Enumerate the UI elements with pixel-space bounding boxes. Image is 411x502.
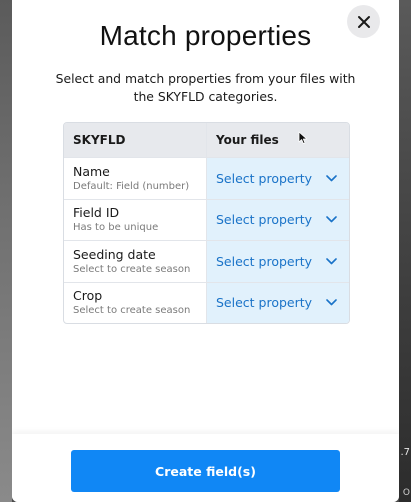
chevron-down-icon bbox=[326, 299, 337, 306]
category-cell: Field ID Has to be unique bbox=[64, 199, 207, 240]
category-name: Seeding date bbox=[73, 246, 156, 262]
category-name: Name bbox=[73, 163, 110, 179]
table-row-name: Name Default: Field (number) Select prop… bbox=[64, 157, 349, 199]
category-hint: Select to create season bbox=[73, 305, 191, 317]
table-row-seeding-date: Seeding date Select to create season Sel… bbox=[64, 240, 349, 282]
category-hint: Select to create season bbox=[73, 263, 191, 275]
select-property-label: Select property bbox=[216, 253, 313, 269]
category-hint: Default: Field (number) bbox=[73, 180, 190, 192]
category-name: Field ID bbox=[73, 205, 120, 221]
select-property-label: Select property bbox=[216, 295, 313, 311]
category-name: Crop bbox=[73, 288, 103, 304]
create-fields-button[interactable]: Create field(s) bbox=[71, 450, 340, 492]
select-property-label: Select property bbox=[216, 170, 313, 186]
backdrop-peek-text: .7 bbox=[400, 447, 410, 458]
category-cell: Seeding date Select to create season bbox=[64, 241, 207, 282]
select-property-dropdown-seeding-date[interactable]: Select property bbox=[207, 241, 349, 282]
table-row-crop: Crop Select to create season Select prop… bbox=[64, 281, 349, 323]
category-cell: Crop Select to create season bbox=[64, 282, 207, 323]
match-properties-modal: Match properties Select and match proper… bbox=[12, 0, 399, 502]
select-property-dropdown-name[interactable]: Select property bbox=[207, 158, 349, 199]
chevron-down-icon bbox=[326, 216, 337, 223]
category-hint: Has to be unique bbox=[73, 222, 159, 234]
select-property-dropdown-field-id[interactable]: Select property bbox=[207, 199, 349, 240]
backdrop-peek-text-2: O bbox=[402, 488, 410, 498]
modal-title: Match properties bbox=[99, 20, 312, 51]
page-backdrop-right: .7 O bbox=[399, 0, 411, 502]
select-property-label: Select property bbox=[216, 212, 313, 228]
page-backdrop-left bbox=[0, 0, 12, 502]
chevron-down-icon bbox=[326, 257, 337, 265]
column-header-skyfld: SKYFLD bbox=[64, 123, 207, 157]
category-cell: Name Default: Field (number) bbox=[64, 158, 207, 199]
modal-subtitle: Select and match properties from your fi… bbox=[55, 71, 356, 104]
property-mapping-table: SKYFLD Your files Name Default: Field (n… bbox=[63, 122, 350, 324]
column-header-your-files: Your files bbox=[216, 133, 279, 147]
select-property-dropdown-crop[interactable]: Select property bbox=[207, 282, 349, 323]
table-row-field-id: Field ID Has to be unique Select propert… bbox=[64, 198, 349, 240]
mouse-cursor-icon bbox=[298, 131, 308, 144]
chevron-down-icon bbox=[326, 174, 337, 182]
modal-footer: Create field(s) bbox=[12, 434, 399, 502]
